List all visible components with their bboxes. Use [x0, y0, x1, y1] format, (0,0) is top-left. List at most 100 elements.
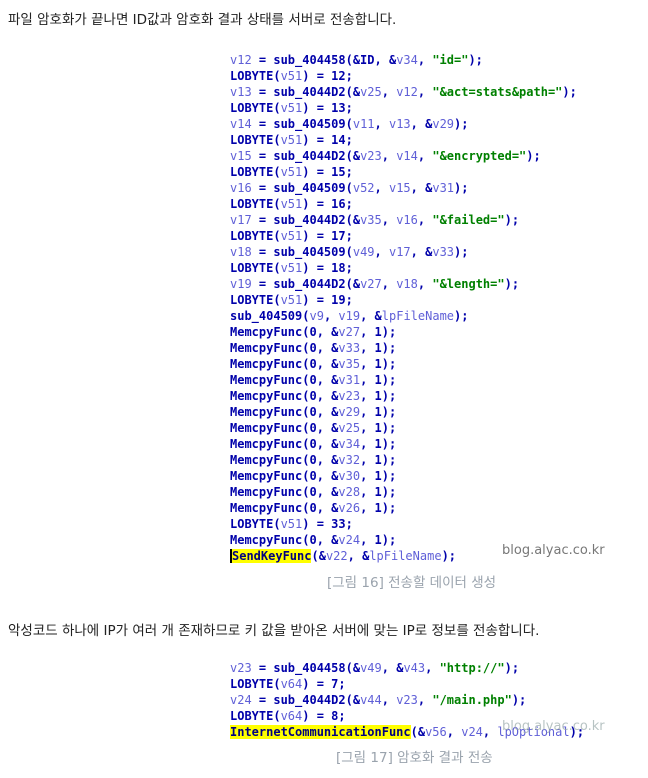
code-line: MemcpyFunc(0, &v27, 1); — [230, 324, 577, 340]
code-token: MemcpyFunc(0, & — [230, 469, 339, 483]
code-line: v16 = sub_404509(v52, v15, &v31); — [230, 180, 577, 196]
code-variable: v13 — [388, 117, 411, 131]
code-variable: v32 — [338, 453, 361, 467]
code-line: LOBYTE(v51) = 33; — [230, 516, 577, 532]
code-line: LOBYTE(v51) = 16; — [230, 196, 577, 212]
code-token: , & — [410, 117, 433, 131]
code-token: ) = 15; — [302, 165, 353, 179]
code-variable: v24 — [230, 693, 252, 707]
code-token: , — [417, 149, 433, 163]
code-line: MemcpyFunc(0, &v31, 1); — [230, 372, 577, 388]
code-variable: v64 — [280, 677, 303, 691]
code-line: MemcpyFunc(0, &v30, 1); — [230, 468, 577, 484]
code-token: , — [381, 277, 397, 291]
code-token: , — [425, 661, 440, 675]
code-line: MemcpyFunc(0, &v26, 1); — [230, 500, 577, 516]
code-variable: v15 — [388, 181, 411, 195]
code-line: v19 = sub_4044D2(&v27, v18, "&length="); — [230, 276, 577, 292]
code-token: , — [323, 309, 339, 323]
code-token: ); — [504, 661, 520, 675]
code-token: , 1); — [360, 341, 397, 355]
code-line: LOBYTE(v51) = 17; — [230, 228, 577, 244]
code-token: ) = 16; — [302, 197, 353, 211]
code-variable: v11 — [352, 117, 375, 131]
code-line: LOBYTE(v51) = 19; — [230, 292, 577, 308]
code-variable: v14 — [230, 117, 252, 131]
code-token: , 1); — [360, 373, 397, 387]
code-token: MemcpyFunc(0, & — [230, 341, 339, 355]
code-token: , — [381, 85, 397, 99]
code-token: ) = 8; — [302, 709, 346, 723]
code-variable: v23 — [230, 661, 252, 675]
code-variable: v24 — [461, 725, 483, 739]
code-variable: v19 — [230, 277, 252, 291]
code-token: = sub_4044D2(& — [251, 277, 361, 291]
code-variable: v34 — [338, 437, 361, 451]
code-variable: v16 — [230, 181, 252, 195]
code-token: = sub_4044D2(& — [251, 149, 361, 163]
code-variable: v33 — [338, 341, 361, 355]
code-token: , — [374, 245, 389, 259]
code-line: LOBYTE(v51) = 18; — [230, 260, 577, 276]
code-token: MemcpyFunc(0, & — [230, 357, 339, 371]
code-token: ); — [468, 53, 483, 67]
code-variable: v15 — [230, 149, 252, 163]
code-token: LOBYTE( — [230, 261, 281, 275]
code-token: = sub_4044D2(& — [251, 693, 361, 707]
code-token: ) = 13; — [302, 101, 353, 115]
code-token: , 1); — [360, 533, 397, 547]
code-variable: v56 — [425, 725, 447, 739]
code-string: "&act=stats&path=" — [432, 85, 563, 99]
code-token: ) = 12; — [302, 69, 353, 83]
code-token: = sub_404458(&ID, & — [251, 53, 397, 67]
code-token: LOBYTE( — [230, 293, 281, 307]
code-string: "&failed=" — [432, 213, 505, 227]
code-line: v15 = sub_4044D2(&v23, v14, "&encrypted=… — [230, 148, 577, 164]
code-variable: v16 — [396, 213, 418, 227]
code-line: LOBYTE(v51) = 15; — [230, 164, 577, 180]
code-line: v23 = sub_404458(&v49, &v43, "http://"); — [230, 660, 584, 676]
code-token: = sub_4044D2(& — [251, 213, 361, 227]
code-token: LOBYTE( — [230, 197, 281, 211]
code-token: , 1); — [360, 325, 397, 339]
code-token: ); — [511, 693, 527, 707]
code-token: MemcpyFunc(0, & — [230, 533, 339, 547]
code-variable: v51 — [280, 293, 303, 307]
code-variable: v25 — [360, 85, 382, 99]
code-variable: v51 — [280, 69, 303, 83]
code-token: , & — [410, 245, 433, 259]
code-variable: v43 — [403, 661, 426, 675]
code-line: v18 = sub_404509(v49, v17, &v33); — [230, 244, 577, 260]
code-token: = sub_404509( — [251, 245, 353, 259]
code-token: ) = 14; — [302, 133, 353, 147]
code-token: , 1); — [360, 421, 397, 435]
code-block-send-data: v12 = sub_404458(&ID, &v34, "id="); LOBYT… — [230, 52, 577, 564]
code-token: , 1); — [360, 453, 397, 467]
code-line: MemcpyFunc(0, &v23, 1); — [230, 388, 577, 404]
code-variable: v24 — [338, 533, 361, 547]
code-token: , & — [381, 661, 404, 675]
code-token: ); — [504, 277, 520, 291]
code-variable: v22 — [325, 549, 348, 563]
code-token: ); — [454, 181, 469, 195]
code-token: , 1); — [360, 357, 397, 371]
code-token: , 1); — [360, 389, 397, 403]
code-token: MemcpyFunc(0, & — [230, 389, 339, 403]
code-token: , — [417, 277, 433, 291]
code-variable: v49 — [352, 245, 375, 259]
code-variable: v17 — [388, 245, 411, 259]
code-token: ) = 33; — [302, 517, 353, 531]
code-variable: v51 — [280, 517, 303, 531]
code-token: ) = 19; — [302, 293, 353, 307]
code-variable: v51 — [280, 229, 303, 243]
code-variable: v30 — [338, 469, 361, 483]
code-variable: v35 — [338, 357, 361, 371]
code-token: , — [374, 181, 389, 195]
code-string: "id=" — [432, 53, 469, 67]
code-variable: v23 — [396, 693, 418, 707]
highlighted-function: InternetCommunicationFunc — [230, 725, 411, 739]
code-string: "&length=" — [432, 277, 505, 291]
watermark: blog.alyac.co.kr — [502, 543, 605, 558]
code-variable: v29 — [338, 405, 361, 419]
code-line: v13 = sub_4044D2(&v25, v12, "&act=stats&… — [230, 84, 577, 100]
